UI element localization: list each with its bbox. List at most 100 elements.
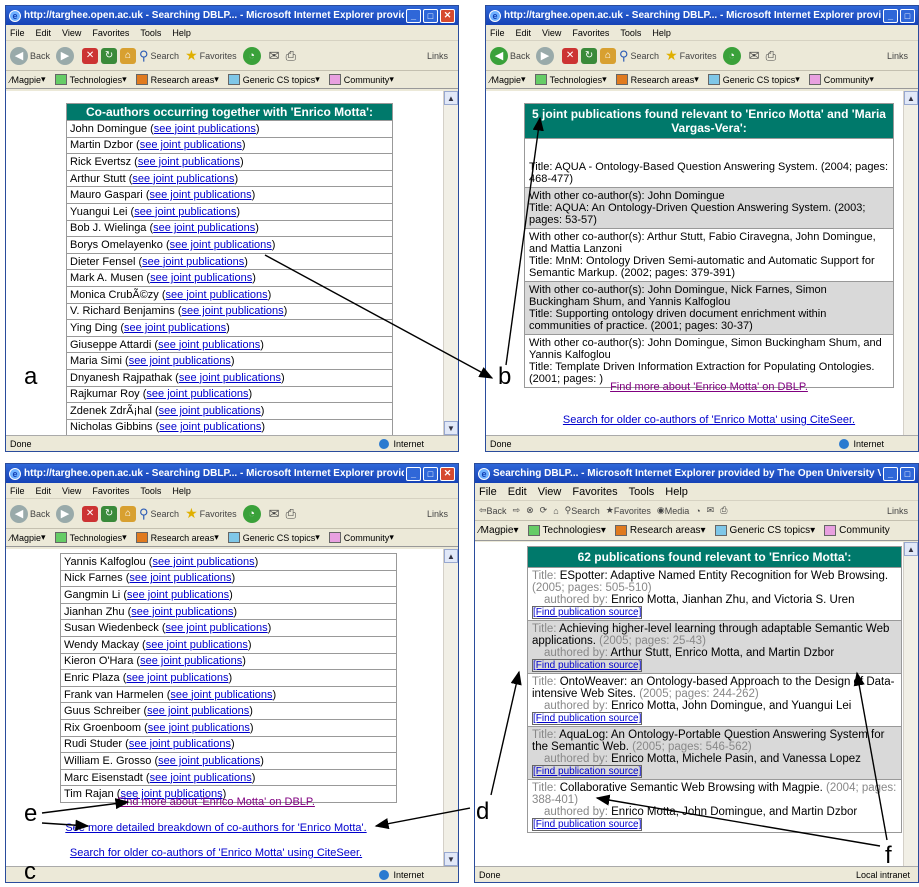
scroll-up-icon[interactable]: ▲ bbox=[904, 542, 918, 556]
find-publication-source-link[interactable]: [Find publication source] bbox=[532, 659, 643, 672]
forward-button[interactable]: ⇨ bbox=[513, 505, 521, 516]
menu-tools[interactable]: Tools bbox=[140, 28, 161, 38]
refresh-icon[interactable]: ↻ bbox=[101, 47, 118, 64]
menu-favorites[interactable]: Favorites bbox=[92, 486, 129, 496]
find-publication-source-link[interactable]: [Find publication source] bbox=[532, 765, 643, 778]
see-joint-publications-link[interactable]: see joint publications bbox=[150, 272, 252, 284]
forward-button[interactable]: ▶ bbox=[56, 504, 76, 523]
stop-icon[interactable]: ⊗ bbox=[526, 505, 534, 516]
vertical-scrollbar[interactable]: ▲ bbox=[903, 91, 918, 435]
vertical-scrollbar[interactable]: ▲ ▼ bbox=[443, 91, 458, 435]
research-areas-button[interactable]: Research areas ▾ bbox=[135, 74, 219, 85]
menu-help[interactable]: Help bbox=[652, 28, 671, 38]
back-button[interactable]: ◀ Back bbox=[10, 504, 50, 523]
magpie-button[interactable]: ⁄ Magpie ▾ bbox=[10, 532, 46, 543]
find-more-dblp-link[interactable]: Find more about 'Enrico Motta' on DBLP. bbox=[117, 796, 315, 808]
favorites-button[interactable]: ★ Favorites bbox=[185, 47, 237, 64]
minimize-button[interactable]: _ bbox=[406, 466, 421, 481]
see-joint-publications-link[interactable]: see joint publications bbox=[159, 405, 261, 417]
find-publication-source-link[interactable]: [Find publication source] bbox=[532, 712, 643, 725]
refresh-icon[interactable]: ⟳ bbox=[540, 505, 548, 516]
menu-file[interactable]: File bbox=[490, 28, 505, 38]
menu-edit[interactable]: Edit bbox=[516, 28, 532, 38]
menu-view[interactable]: View bbox=[62, 28, 81, 38]
see-joint-publications-link[interactable]: see joint publications bbox=[159, 421, 261, 433]
see-joint-publications-link[interactable]: see joint publications bbox=[170, 239, 272, 251]
research-areas-button[interactable]: Research areas ▾ bbox=[615, 74, 699, 85]
generic-cs-topics-button[interactable]: Generic CS topics ▾ bbox=[227, 532, 320, 543]
find-publication-source-link[interactable]: [Find publication source] bbox=[532, 818, 643, 831]
vertical-scrollbar[interactable]: ▲ ▼ bbox=[443, 549, 458, 866]
minimize-button[interactable]: _ bbox=[883, 8, 898, 23]
home-icon[interactable]: ⌂ bbox=[600, 47, 617, 64]
see-joint-publications-link[interactable]: see joint publications bbox=[150, 772, 252, 784]
see-joint-publications-link[interactable]: see joint publications bbox=[152, 556, 254, 568]
scroll-down-icon[interactable]: ▼ bbox=[444, 421, 458, 435]
see-joint-publications-link[interactable]: see joint publications bbox=[129, 355, 231, 367]
see-joint-publications-link[interactable]: see joint publications bbox=[158, 339, 260, 351]
menu-favorites[interactable]: Favorites bbox=[572, 486, 617, 498]
generic-cs-topics-button[interactable]: Generic CS topics ▾ bbox=[714, 525, 815, 536]
forward-button[interactable]: ▶ bbox=[536, 46, 556, 65]
stop-icon[interactable]: ✕ bbox=[82, 47, 99, 64]
title-bar[interactable]: e http://targhee.open.ac.uk - Searching D… bbox=[6, 464, 458, 483]
mail-button[interactable]: ✉ bbox=[749, 48, 760, 64]
search-button[interactable]: ⚲ Search bbox=[565, 505, 600, 516]
scroll-up-icon[interactable]: ▲ bbox=[444, 91, 458, 105]
title-bar[interactable]: e http://targhee.open.ac.uk - Searching D… bbox=[6, 6, 458, 25]
stop-icon[interactable]: ✕ bbox=[562, 47, 579, 64]
title-bar[interactable]: e Searching DBLP... - Microsoft Internet … bbox=[475, 464, 918, 483]
menu-help[interactable]: Help bbox=[172, 486, 191, 496]
links-label[interactable]: Links bbox=[887, 506, 908, 516]
minimize-button[interactable]: _ bbox=[406, 8, 421, 23]
search-button[interactable]: ⚲ Search bbox=[139, 48, 179, 64]
community-button[interactable]: Community ▾ bbox=[808, 74, 874, 85]
back-button[interactable]: ◀ Back bbox=[490, 46, 530, 65]
see-joint-publications-link[interactable]: see joint publications bbox=[140, 139, 242, 151]
links-label[interactable]: Links bbox=[887, 51, 908, 61]
citeseer-search-link[interactable]: Search for older co-authors of 'Enrico M… bbox=[70, 847, 362, 859]
menu-view[interactable]: View bbox=[542, 28, 561, 38]
see-joint-publications-link[interactable]: see joint publications bbox=[166, 622, 268, 634]
magpie-button[interactable]: ⁄ Magpie ▾ bbox=[490, 74, 526, 85]
refresh-icon[interactable]: ↻ bbox=[581, 47, 598, 64]
maximize-button[interactable]: □ bbox=[423, 466, 438, 481]
menu-tools[interactable]: Tools bbox=[620, 28, 641, 38]
vertical-scrollbar[interactable]: ▲ bbox=[903, 542, 918, 866]
refresh-icon[interactable]: ↻ bbox=[101, 505, 118, 522]
technologies-button[interactable]: Technologies ▾ bbox=[54, 74, 127, 85]
title-bar[interactable]: e http://targhee.open.ac.uk - Searching D… bbox=[486, 6, 918, 25]
mail-button[interactable]: ✉ bbox=[707, 505, 715, 516]
see-joint-publications-link[interactable]: see joint publications bbox=[140, 655, 242, 667]
see-joint-publications-link[interactable]: see joint publications bbox=[134, 206, 236, 218]
menu-edit[interactable]: Edit bbox=[508, 486, 527, 498]
see-joint-publications-link[interactable]: see joint publications bbox=[124, 322, 226, 334]
menu-file[interactable]: File bbox=[10, 486, 25, 496]
see-joint-publications-link[interactable]: see joint publications bbox=[179, 372, 281, 384]
see-joint-publications-link[interactable]: see joint publications bbox=[146, 639, 248, 651]
research-areas-button[interactable]: Research areas ▾ bbox=[614, 525, 706, 536]
menu-edit[interactable]: Edit bbox=[36, 486, 52, 496]
history-button[interactable]: ◔ bbox=[695, 506, 700, 516]
find-publication-source-link[interactable]: [Find publication source] bbox=[532, 606, 643, 619]
links-label[interactable]: Links bbox=[427, 51, 448, 61]
see-joint-publications-link[interactable]: see joint publications bbox=[170, 689, 272, 701]
see-joint-publications-link[interactable]: see joint publications bbox=[182, 305, 284, 317]
menu-favorites[interactable]: Favorites bbox=[92, 28, 129, 38]
see-joint-publications-link[interactable]: see joint publications bbox=[154, 123, 256, 135]
find-more-dblp-link[interactable]: Find more about 'Enrico Motta' on DBLP. bbox=[610, 381, 808, 393]
see-joint-publications-link[interactable]: see joint publications bbox=[129, 572, 231, 584]
print-button[interactable]: ⎙ bbox=[766, 48, 776, 64]
maximize-button[interactable]: □ bbox=[423, 8, 438, 23]
research-areas-button[interactable]: Research areas ▾ bbox=[135, 532, 219, 543]
mail-button[interactable]: ✉ bbox=[269, 506, 280, 522]
see-joint-publications-link[interactable]: see joint publications bbox=[166, 289, 268, 301]
search-button[interactable]: ⚲ Search bbox=[139, 506, 179, 522]
scroll-down-icon[interactable]: ▼ bbox=[444, 852, 458, 866]
generic-cs-topics-button[interactable]: Generic CS topics ▾ bbox=[707, 74, 800, 85]
menu-edit[interactable]: Edit bbox=[36, 28, 52, 38]
community-button[interactable]: Community ▾ bbox=[328, 74, 394, 85]
menu-favorites[interactable]: Favorites bbox=[572, 28, 609, 38]
scroll-up-icon[interactable]: ▲ bbox=[444, 549, 458, 563]
see-joint-publications-link[interactable]: see joint publications bbox=[148, 722, 250, 734]
